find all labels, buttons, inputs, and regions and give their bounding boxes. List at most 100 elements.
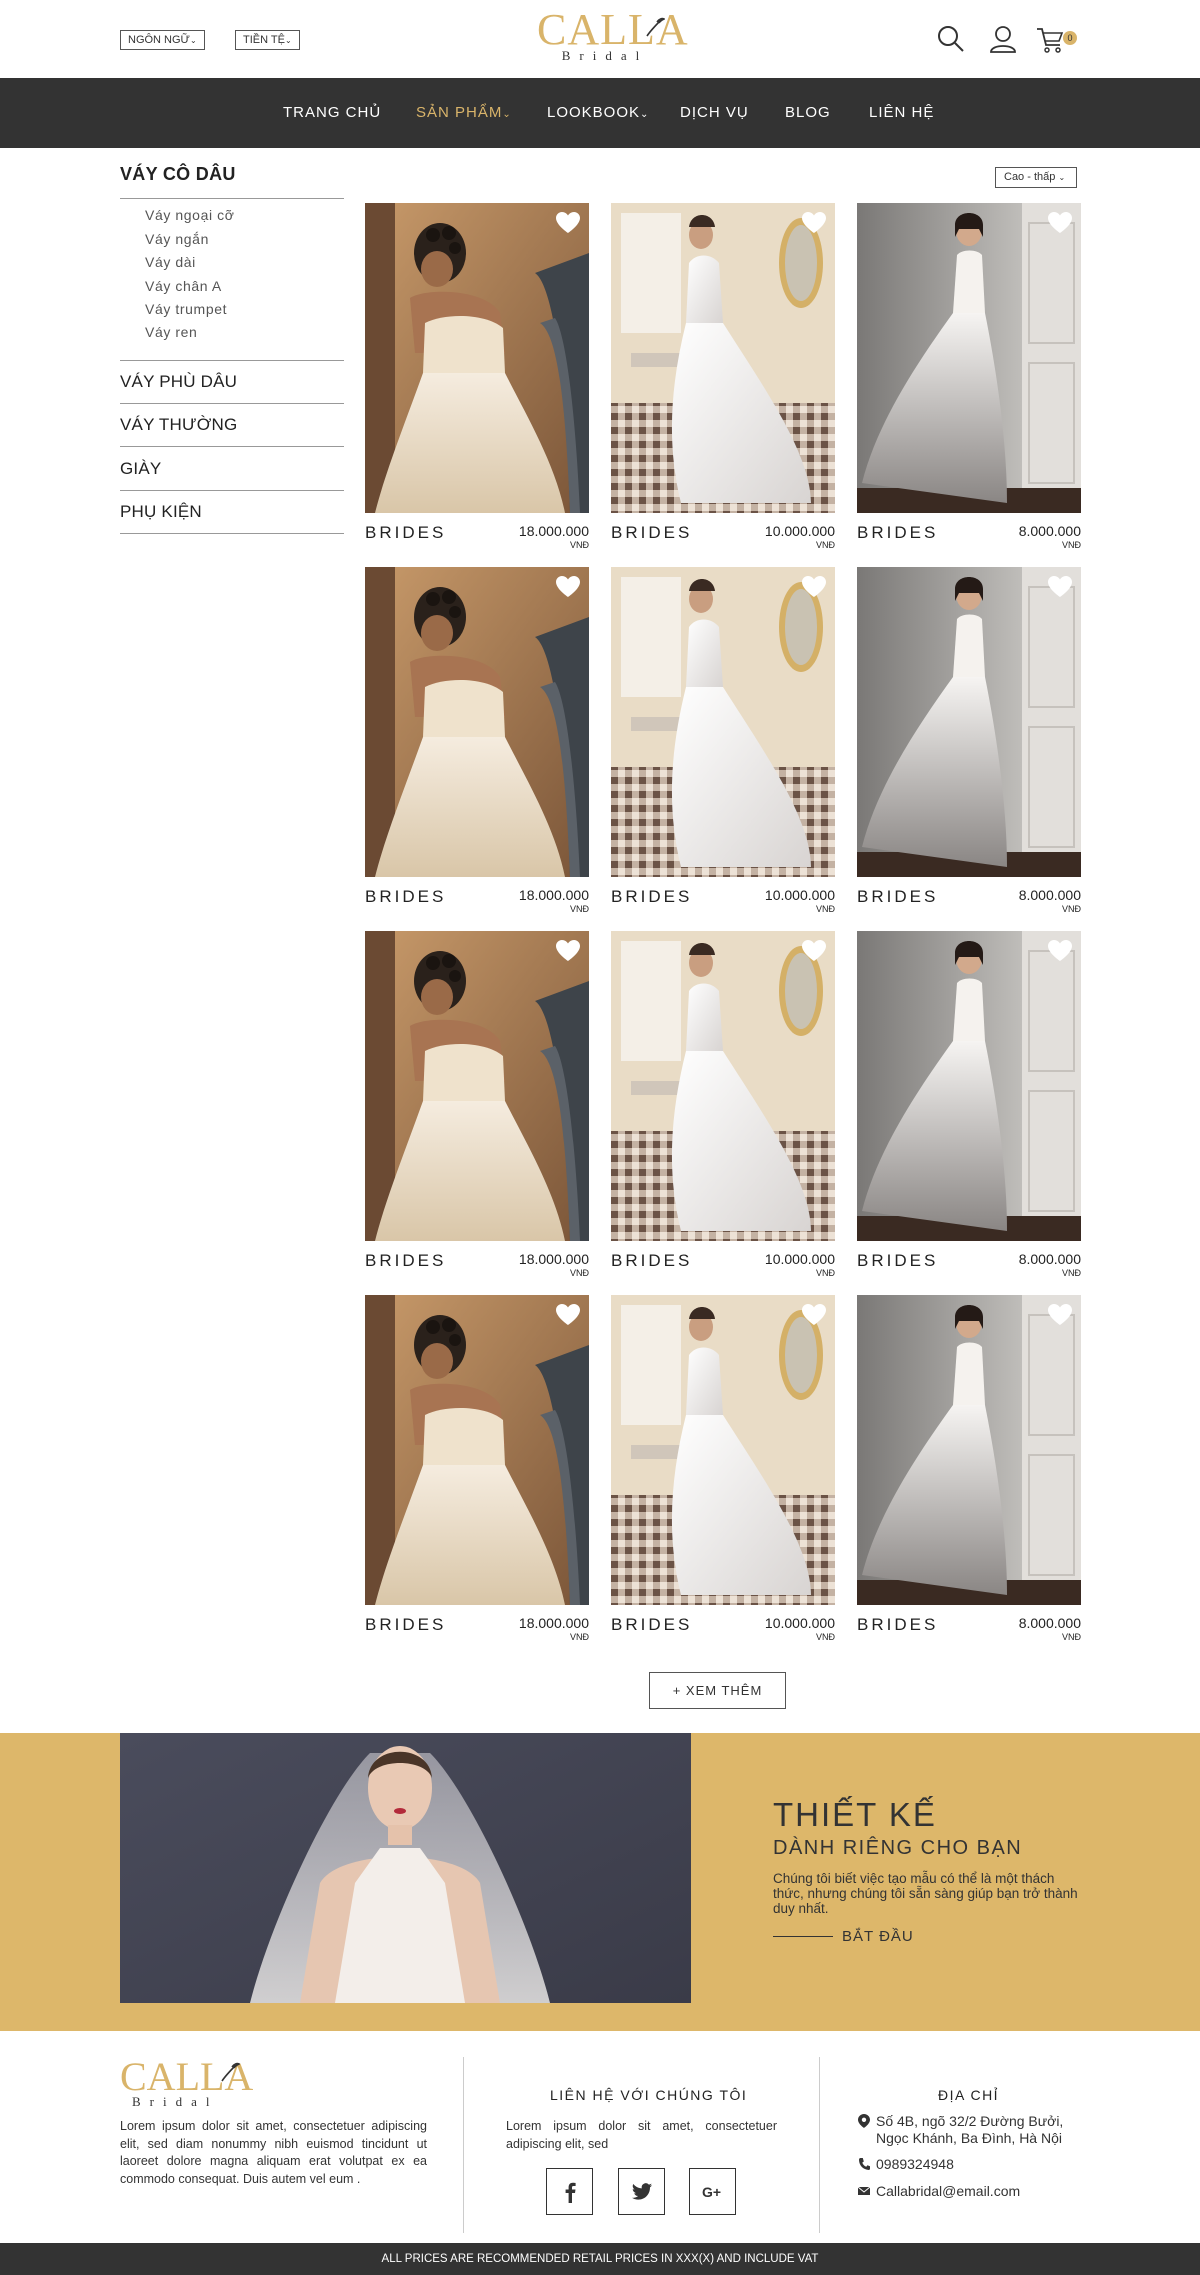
product-card[interactable]: BRIDES 10.000.000 VNĐ [611,567,835,925]
product-name[interactable]: BRIDES [857,523,938,543]
product-card[interactable]: BRIDES 8.000.000 VNĐ [857,203,1081,561]
heart-icon[interactable] [555,575,581,599]
nav-item-products[interactable]: SẢN PHẨM⌄ [416,78,512,148]
product-name[interactable]: BRIDES [857,1251,938,1271]
product-image[interactable] [365,931,589,1241]
product-image[interactable] [857,931,1081,1241]
heart-icon[interactable] [1047,575,1073,599]
sidebar-sub-item[interactable]: Váy ren [145,324,197,340]
product-name[interactable]: BRIDES [611,1615,692,1635]
footer-logo[interactable]: CALLA Bridal [120,2057,253,2109]
sidebar-sub-item[interactable]: Váy ngoại cỡ [145,207,235,223]
bird-icon [221,2062,240,2082]
sidebar-sub-item[interactable]: Váy trumpet [145,301,227,317]
heart-icon[interactable] [1047,939,1073,963]
google-plus-button[interactable]: G+ [689,2168,736,2215]
product-image[interactable] [857,1295,1081,1605]
banner-subtitle: DÀNH RIÊNG CHO BẠN [773,1837,1023,1859]
product-name[interactable]: BRIDES [365,887,446,907]
product-image[interactable] [611,567,835,877]
product-name[interactable]: BRIDES [611,523,692,543]
facebook-button[interactable] [546,2168,593,2215]
nav-item-services[interactable]: DỊCH VỤ [680,78,749,148]
heart-icon[interactable] [1047,1303,1073,1327]
divider [120,533,344,534]
sidebar-sub-item[interactable]: Váy chân A [145,278,222,294]
product-card[interactable]: BRIDES 8.000.000 VNĐ [857,567,1081,925]
nav-label: DỊCH VỤ [680,104,749,121]
language-select[interactable]: NGÔN NGỮ⌄ [120,30,205,50]
product-name[interactable]: BRIDES [857,887,938,907]
product-price: 8.000.000 [1018,1615,1081,1631]
sidebar-sub-item[interactable]: Váy dài [145,254,196,270]
user-icon[interactable] [988,24,1018,54]
product-image[interactable] [365,1295,589,1605]
nav-item-contact[interactable]: LIÊN HỆ [869,78,934,148]
product-image[interactable] [611,203,835,513]
nav-item-home[interactable]: TRANG CHỦ [283,78,381,148]
sidebar-category[interactable]: VÁY PHÙ DÂU [120,372,237,392]
email-text[interactable]: Callabridal@email.com [876,2183,1020,2200]
heart-icon[interactable] [801,575,827,599]
product-card[interactable]: BRIDES 8.000.000 VNĐ [857,931,1081,1289]
product-card[interactable]: BRIDES 10.000.000 VNĐ [611,203,835,561]
main-nav: TRANG CHỦ SẢN PHẨM⌄ LOOKBOOK⌄ DỊCH VỤ BL… [0,78,1200,148]
sidebar-category[interactable]: PHỤ KIỆN [120,502,202,522]
load-more-button[interactable]: + XEM THÊM [649,1672,786,1709]
cart-icon[interactable] [1036,24,1066,54]
product-name[interactable]: BRIDES [365,523,446,543]
sidebar-category[interactable]: VÁY THƯỜNG [120,415,237,435]
product-card[interactable]: BRIDES 18.000.000 VNĐ [365,931,589,1289]
cart-count-badge: 0 [1063,31,1077,45]
chevron-down-icon: ⌄ [284,36,292,45]
promo-banner: THIẾT KẾ DÀNH RIÊNG CHO BẠN Chúng tôi bi… [0,1733,1200,2031]
heart-icon[interactable] [555,211,581,235]
heart-icon[interactable] [1047,211,1073,235]
product-card[interactable]: BRIDES 10.000.000 VNĐ [611,1295,835,1653]
banner-cta-link[interactable]: BẮT ĐẦU [842,1928,914,1945]
bird-icon [646,17,665,37]
product-image[interactable] [857,203,1081,513]
chevron-down-icon: ⌄ [640,109,650,120]
sort-select[interactable]: Cao - thấp ⌄ [995,167,1077,188]
product-card[interactable]: BRIDES 18.000.000 VNĐ [365,567,589,925]
contact-text: Lorem ipsum dolor sit amet, consectetuer… [506,2119,777,2151]
heart-icon[interactable] [801,1303,827,1327]
twitter-icon [631,2183,653,2200]
logo[interactable]: CALLA Bridal [537,8,688,66]
heart-icon[interactable] [555,939,581,963]
product-image[interactable] [611,1295,835,1605]
heart-icon[interactable] [801,211,827,235]
product-card[interactable]: BRIDES 8.000.000 VNĐ [857,1295,1081,1653]
product-image[interactable] [857,567,1081,877]
nav-label: TRANG CHỦ [283,104,382,121]
divider [773,1936,833,1937]
product-price: 18.000.000 [518,1615,589,1631]
nav-label: LOOKBOOK [547,104,641,121]
product-name[interactable]: BRIDES [857,1615,938,1635]
heart-icon[interactable] [801,939,827,963]
sidebar-sub-item[interactable]: Váy ngắn [145,231,209,247]
address-line: Số 4B, ngõ 32/2 Đường Bưởi, [876,2113,1064,2129]
product-name[interactable]: BRIDES [611,887,692,907]
product-image[interactable] [365,203,589,513]
phone-text[interactable]: 0989324948 [876,2156,954,2173]
heart-icon[interactable] [555,1303,581,1327]
contact-title: LIÊN HỆ VỚI CHÚNG TÔI [550,2087,748,2103]
currency-select[interactable]: TIỀN TỆ⌄ [235,30,300,50]
product-price: 10.000.000 [764,523,835,539]
product-card[interactable]: BRIDES 18.000.000 VNĐ [365,1295,589,1653]
sidebar-title[interactable]: VÁY CÔ DÂU [120,164,236,185]
product-image[interactable] [365,567,589,877]
product-name[interactable]: BRIDES [365,1615,446,1635]
twitter-button[interactable] [618,2168,665,2215]
product-name[interactable]: BRIDES [611,1251,692,1271]
product-name[interactable]: BRIDES [365,1251,446,1271]
nav-item-blog[interactable]: BLOG [785,78,831,148]
product-card[interactable]: BRIDES 18.000.000 VNĐ [365,203,589,561]
nav-item-lookbook[interactable]: LOOKBOOK⌄ [547,78,649,148]
sidebar-category[interactable]: GIÀY [120,459,161,479]
product-card[interactable]: BRIDES 10.000.000 VNĐ [611,931,835,1289]
product-image[interactable] [611,931,835,1241]
search-icon[interactable] [936,24,966,54]
